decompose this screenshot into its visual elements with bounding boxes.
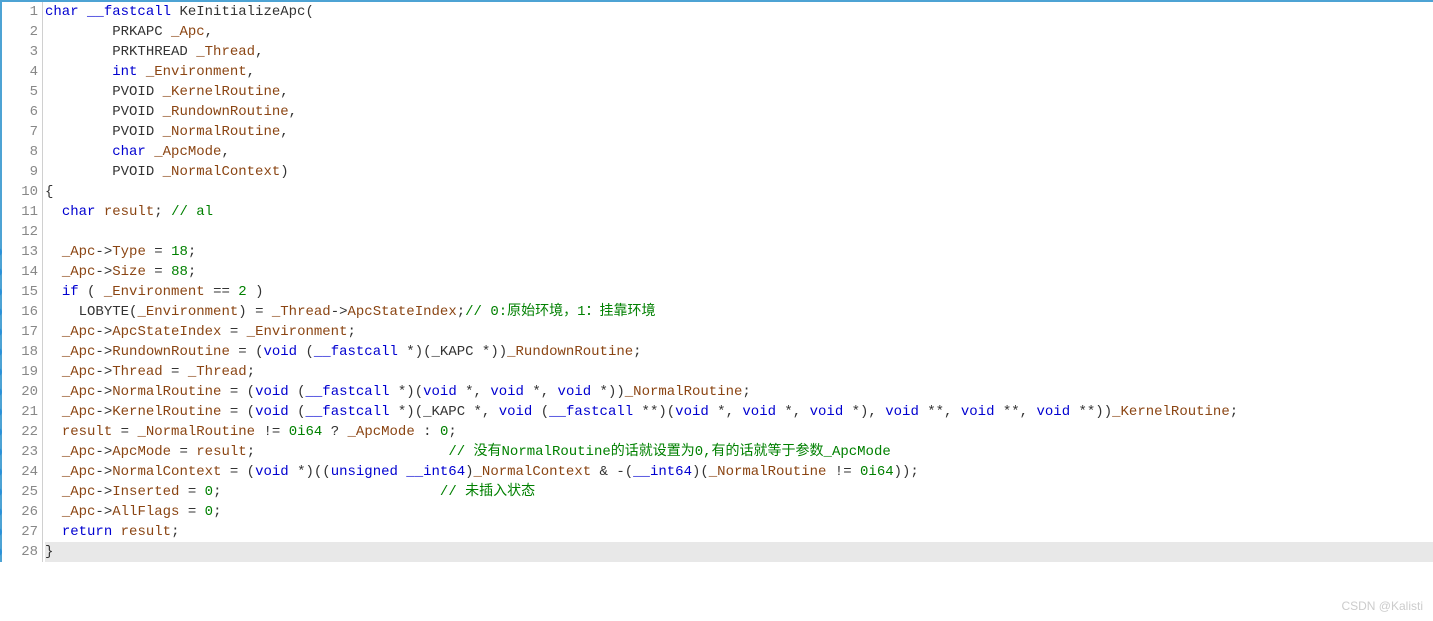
code-line: _Apc->Size = 88; — [45, 262, 1433, 282]
code-line: _Apc->Inserted = 0; // 未插入状态 — [45, 482, 1433, 502]
line-number: 4 — [2, 62, 42, 82]
code-line: LOBYTE(_Environment) = _Thread->ApcState… — [45, 302, 1433, 322]
code-line: return result; — [45, 522, 1433, 542]
line-number: 21 — [2, 402, 42, 422]
code-area[interactable]: char __fastcall KeInitializeApc( PRKAPC … — [43, 2, 1433, 562]
line-number: 19 — [2, 362, 42, 382]
line-number: 16 — [2, 302, 42, 322]
line-number: 15 — [2, 282, 42, 302]
code-line: PVOID _NormalRoutine, — [45, 122, 1433, 142]
watermark: CSDN @Kalisti — [1341, 599, 1423, 613]
line-number: 11 — [2, 202, 42, 222]
code-line: _Apc->NormalRoutine = (void (__fastcall … — [45, 382, 1433, 402]
line-number: 26 — [2, 502, 42, 522]
line-number: 7 — [2, 122, 42, 142]
line-number: 28 — [2, 542, 42, 562]
code-line: PVOID _NormalContext) — [45, 162, 1433, 182]
code-line: _Apc->ApcMode = result; // 没有NormalRouti… — [45, 442, 1433, 462]
code-line: _Apc->ApcStateIndex = _Environment; — [45, 322, 1433, 342]
line-number: 6 — [2, 102, 42, 122]
code-line: _Apc->RundownRoutine = (void (__fastcall… — [45, 342, 1433, 362]
code-line: _Apc->KernelRoutine = (void (__fastcall … — [45, 402, 1433, 422]
code-line: int _Environment, — [45, 62, 1433, 82]
code-editor[interactable]: 1234567891011121314151617181920212223242… — [0, 0, 1433, 562]
code-line: if ( _Environment == 2 ) — [45, 282, 1433, 302]
line-number: 27 — [2, 522, 42, 542]
line-number: 10 — [2, 182, 42, 202]
code-line: _Apc->Thread = _Thread; — [45, 362, 1433, 382]
line-number: 22 — [2, 422, 42, 442]
code-line — [45, 222, 1433, 242]
code-line: PVOID _RundownRoutine, — [45, 102, 1433, 122]
code-line: _Apc->NormalContext = (void *)((unsigned… — [45, 462, 1433, 482]
code-line: PVOID _KernelRoutine, — [45, 82, 1433, 102]
code-line: _Apc->AllFlags = 0; — [45, 502, 1433, 522]
line-number: 9 — [2, 162, 42, 182]
line-number: 24 — [2, 462, 42, 482]
line-number: 3 — [2, 42, 42, 62]
code-line: PRKTHREAD _Thread, — [45, 42, 1433, 62]
line-number: 13 — [2, 242, 42, 262]
code-line: } — [45, 542, 1433, 562]
code-line: { — [45, 182, 1433, 202]
code-line: char result; // al — [45, 202, 1433, 222]
code-line: char __fastcall KeInitializeApc( — [45, 2, 1433, 22]
code-line: _Apc->Type = 18; — [45, 242, 1433, 262]
code-line: result = _NormalRoutine != 0i64 ? _ApcMo… — [45, 422, 1433, 442]
code-line: char _ApcMode, — [45, 142, 1433, 162]
line-number: 14 — [2, 262, 42, 282]
line-number: 20 — [2, 382, 42, 402]
line-number: 17 — [2, 322, 42, 342]
line-number: 1 — [2, 2, 42, 22]
line-number: 23 — [2, 442, 42, 462]
line-number: 2 — [2, 22, 42, 42]
line-number: 18 — [2, 342, 42, 362]
line-number: 25 — [2, 482, 42, 502]
line-number: 5 — [2, 82, 42, 102]
line-number: 8 — [2, 142, 42, 162]
line-number: 12 — [2, 222, 42, 242]
code-line: PRKAPC _Apc, — [45, 22, 1433, 42]
line-gutter: 1234567891011121314151617181920212223242… — [0, 2, 43, 562]
